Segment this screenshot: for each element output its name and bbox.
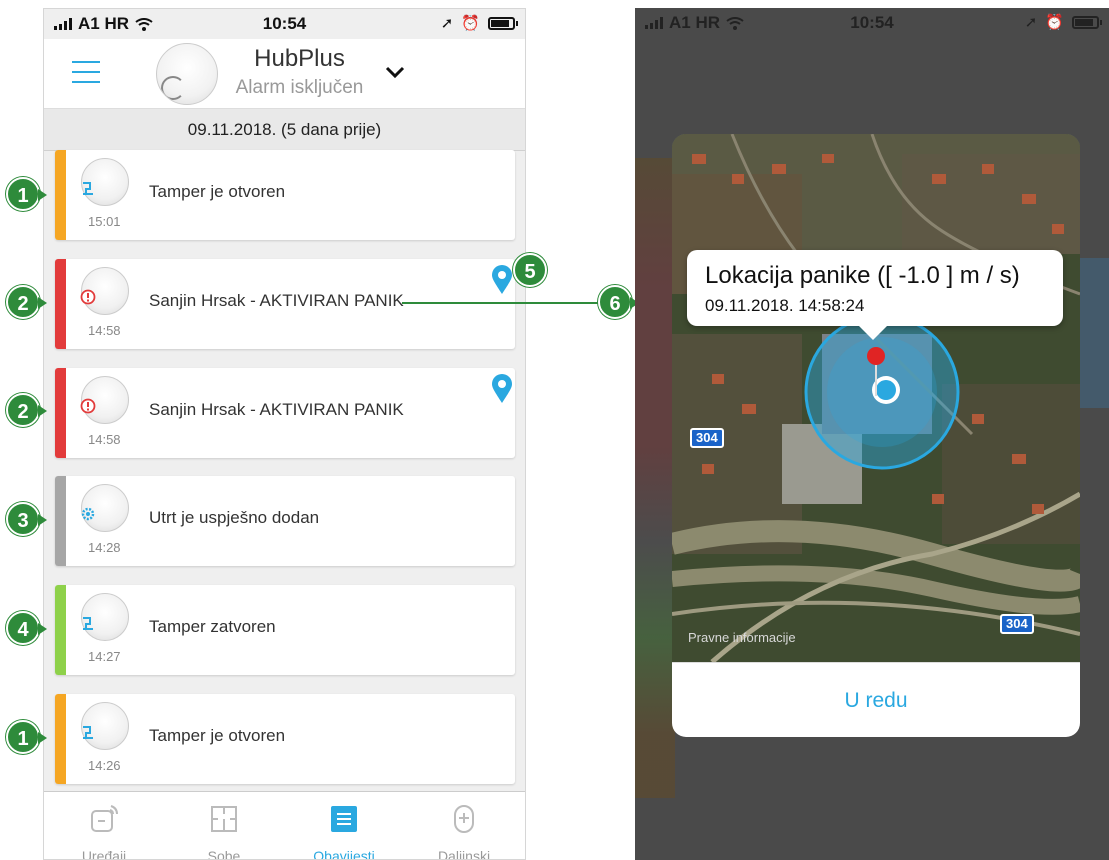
callout-5: 5: [513, 253, 547, 287]
devices-icon: [91, 805, 118, 832]
hub-title: HubPlus: [254, 45, 345, 72]
notification-message: Sanjin Hrsak - AKTIVIRAN PANIK: [149, 400, 404, 419]
severity-stripe: [55, 259, 66, 349]
tooltip-title: Lokacija panike ([ -1.0 ] m / s): [705, 262, 1020, 289]
tab-devices[interactable]: Uređaji: [44, 792, 164, 860]
status-bar: A1 HR 10:54 ➚ ⏰: [44, 9, 525, 39]
alarm-status: Alarm isključen: [235, 77, 364, 98]
location-pin-icon[interactable]: [491, 374, 513, 404]
alarm-clock-icon: ⏰: [1045, 14, 1064, 31]
tab-label: Sobe: [207, 848, 241, 860]
tab-label: Daljinski: [437, 848, 491, 860]
tamper-icon: [83, 182, 93, 195]
tamper-icon: [83, 617, 93, 630]
date-header: 09.11.2018. (5 dana prije): [44, 109, 525, 151]
alarm-clock-icon: ⏰: [461, 15, 480, 32]
map-legal-link[interactable]: Pravne informacije: [688, 630, 796, 645]
notification-time: 14:58: [88, 323, 121, 338]
gear-icon: [81, 507, 95, 521]
satellite-map[interactable]: 304 304 Pravne informacije Lokacija pani…: [672, 134, 1080, 662]
callout-3: 3: [6, 502, 47, 536]
status-right: ➚ ⏰: [1024, 13, 1102, 31]
severity-stripe: [55, 476, 66, 566]
alert-icon: [80, 289, 96, 305]
tab-remote[interactable]: Daljinski: [404, 792, 524, 860]
notification-time: 15:01: [88, 214, 121, 229]
tab-notifications[interactable]: Obavijesti: [284, 792, 404, 860]
notification-time: 14:28: [88, 540, 121, 555]
notification-message: Tamper je otvoren: [149, 726, 286, 745]
severity-stripe: [55, 585, 66, 675]
rooms-icon: [211, 806, 237, 832]
notification-time: 14:58: [88, 432, 121, 447]
notification-time: 14:27: [88, 649, 121, 664]
notification-message: Sanjin Hrsak - AKTIVIRAN PANIK: [149, 291, 404, 310]
tab-label: Uređaji: [81, 848, 127, 860]
severity-stripe: [55, 150, 66, 240]
remote-icon: [454, 805, 474, 833]
tab-label: Obavijesti: [313, 848, 375, 860]
battery-icon: [488, 16, 518, 30]
notification-card[interactable]: Tamper je otvoren 14:26: [55, 694, 515, 784]
blurred-background: [635, 158, 675, 798]
tab-rooms[interactable]: Sobe: [164, 792, 284, 860]
map-imagery: [672, 134, 1080, 662]
battery-icon: [1072, 15, 1102, 29]
notification-message: Tamper je otvoren: [149, 182, 286, 201]
road-badge: 304: [1000, 614, 1034, 634]
location-dialog: 304 304 Pravne informacije Lokacija pani…: [672, 134, 1080, 737]
notification-card[interactable]: Utrt je uspješno dodan 14:28: [55, 476, 515, 566]
callout-1: 1: [6, 177, 47, 211]
location-arrow-icon: ➚: [440, 15, 454, 32]
notification-message: Tamper zatvoren: [149, 617, 276, 636]
notification-card[interactable]: Sanjin Hrsak - AKTIVIRAN PANIK 14:58: [55, 368, 515, 458]
alert-icon: [80, 398, 96, 414]
notifications-icon: [331, 806, 357, 832]
notification-card[interactable]: Tamper je otvoren 15:01: [55, 150, 515, 240]
tab-bar: Uređaji Sobe Obavijesti Daljinski: [44, 791, 525, 860]
notification-message: Utrt je uspješno dodan: [149, 508, 320, 527]
notification-time: 14:26: [88, 758, 121, 773]
callout-4: 4: [6, 611, 47, 645]
road-badge: 304: [690, 428, 724, 448]
callout-leader-line: [402, 302, 598, 304]
status-right: ➚ ⏰: [440, 14, 518, 32]
notification-card[interactable]: Tamper zatvoren 14:27: [55, 585, 515, 675]
notification-card[interactable]: Sanjin Hrsak - AKTIVIRAN PANIK 14:58: [55, 259, 515, 349]
tamper-icon: [83, 726, 93, 739]
app-header: HubPlus Alarm isključen: [44, 39, 525, 109]
location-arrow-icon: ➚: [1024, 14, 1038, 31]
notifications-screen: A1 HR 10:54 ➚ ⏰ HubPlus Alarm isključen …: [43, 8, 526, 860]
blurred-background: [1079, 258, 1109, 408]
callout-2: 2: [6, 393, 47, 427]
panic-location-screen: A1 HR 10:54 ➚ ⏰ 304 304 Pravne informaci…: [635, 8, 1109, 860]
callout-6: 6: [598, 285, 639, 319]
location-pin-icon[interactable]: [491, 265, 513, 295]
severity-stripe: [55, 694, 66, 784]
callout-2: 2: [6, 285, 47, 319]
status-bar: A1 HR 10:54 ➚ ⏰: [635, 8, 1109, 38]
ok-button[interactable]: U redu: [672, 662, 1080, 737]
callout-1: 1: [6, 720, 47, 754]
severity-stripe: [55, 368, 66, 458]
tooltip-timestamp: 09.11.2018. 14:58:24: [705, 296, 865, 315]
chevron-down-icon[interactable]: [384, 61, 406, 83]
location-tooltip: Lokacija panike ([ -1.0 ] m / s) 09.11.2…: [687, 250, 1063, 340]
